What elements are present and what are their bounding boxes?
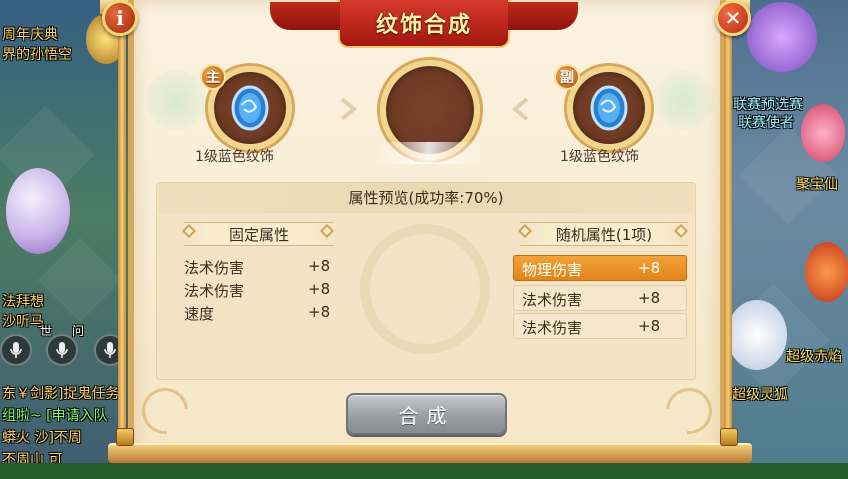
fixed-attribute-row: 法术伤害 +8	[184, 280, 334, 302]
microphone-icon	[56, 342, 68, 358]
attribute-value: +8	[638, 289, 661, 307]
main-role-badge: 主	[200, 64, 226, 90]
attribute-value: +8	[638, 259, 661, 277]
info-icon: i	[116, 6, 124, 30]
attribute-name: 法术伤害	[522, 291, 583, 309]
blue-ornament-gem-icon	[590, 85, 628, 131]
attribute-name: 法术伤害	[184, 282, 245, 300]
random-attribute-row[interactable]: 法术伤害 +8	[513, 285, 687, 311]
info-button[interactable]: i	[102, 0, 138, 36]
watermark-emblem	[360, 224, 490, 354]
chat-line: 问	[72, 324, 85, 338]
fixed-attribute-row: 速度 +8	[184, 303, 334, 325]
main-ornament-label: 1级蓝色纹饰	[195, 149, 274, 165]
cloud-ornament	[654, 70, 714, 130]
voice-button[interactable]	[46, 334, 78, 366]
fixed-attributes-title: 固定属性	[184, 222, 334, 246]
chat-line: 界的孙悟空	[2, 47, 72, 63]
random-attributes-title: 随机属性(1项)	[520, 222, 688, 246]
monster-sprite[interactable]	[747, 2, 817, 72]
chat-line: 世	[40, 324, 53, 338]
attribute-name: 速度	[184, 305, 215, 323]
npc-name-label[interactable]: 联赛使者	[738, 112, 794, 132]
attribute-value: +8	[638, 317, 661, 335]
chat-line: 蟒火 沙]不周	[2, 430, 82, 446]
close-icon: ✕	[724, 6, 742, 30]
unicorn-mount-sprite[interactable]	[6, 168, 70, 254]
attribute-name: 物理伤害	[522, 261, 583, 279]
sub-ornament-label: 1级蓝色纹饰	[560, 149, 639, 165]
title-banner: 纹饰合成	[270, 0, 578, 48]
blue-ornament-gem-icon	[231, 85, 269, 131]
attribute-preview-header: 属性预览(成功率:70%)	[156, 183, 696, 213]
cloud-ornament	[146, 70, 206, 130]
npc-name-label[interactable]: 联赛预选赛	[733, 94, 803, 114]
chat-line: 周年庆典	[2, 27, 58, 43]
chat-line: 组啦~ [申请入队	[2, 408, 108, 424]
rod-cap	[116, 428, 134, 446]
merge-arrow-icon	[336, 96, 362, 122]
attribute-name: 法术伤害	[522, 319, 583, 337]
fire-pet-sprite[interactable]	[805, 242, 848, 302]
close-button[interactable]: ✕	[715, 0, 751, 36]
npc-sprite[interactable]	[801, 104, 845, 162]
microphone-icon	[10, 342, 22, 358]
chat-line: 法拜想	[2, 294, 44, 310]
chat-line: 东￥剑影]捉鬼任务	[2, 386, 120, 402]
attribute-name: 法术伤害	[184, 259, 245, 277]
random-attribute-row[interactable]: 法术伤害 +8	[513, 313, 687, 339]
npc-name-label[interactable]: 超级赤焰	[786, 346, 842, 366]
scroll-left-rod	[118, 30, 126, 446]
bottom-status-strip	[0, 463, 848, 479]
game-world-right	[723, 0, 848, 479]
npc-name-label[interactable]: 聚宝仙	[796, 174, 838, 194]
microphone-icon	[104, 342, 116, 358]
panel-title: 纹饰合成	[375, 13, 472, 38]
result-label-background	[372, 142, 486, 164]
rod-cap	[720, 428, 738, 446]
merge-arrow-icon	[507, 96, 533, 122]
compose-button[interactable]: 合成	[346, 393, 507, 435]
attribute-value: +8	[308, 303, 331, 321]
random-attribute-row[interactable]: 物理伤害 +8	[513, 255, 687, 281]
voice-button[interactable]	[0, 334, 32, 366]
npc-name-label[interactable]: 超级灵狐	[732, 384, 788, 404]
attribute-value: +8	[308, 280, 331, 298]
scroll-bottom-rod	[108, 443, 752, 463]
fixed-attribute-row: 法术伤害 +8	[184, 257, 334, 279]
chat-line: 沙听马	[2, 314, 44, 330]
fox-pet-sprite[interactable]	[727, 300, 787, 370]
scroll-right-rod	[724, 30, 732, 446]
attribute-value: +8	[308, 257, 331, 275]
sub-role-badge: 副	[554, 64, 580, 90]
